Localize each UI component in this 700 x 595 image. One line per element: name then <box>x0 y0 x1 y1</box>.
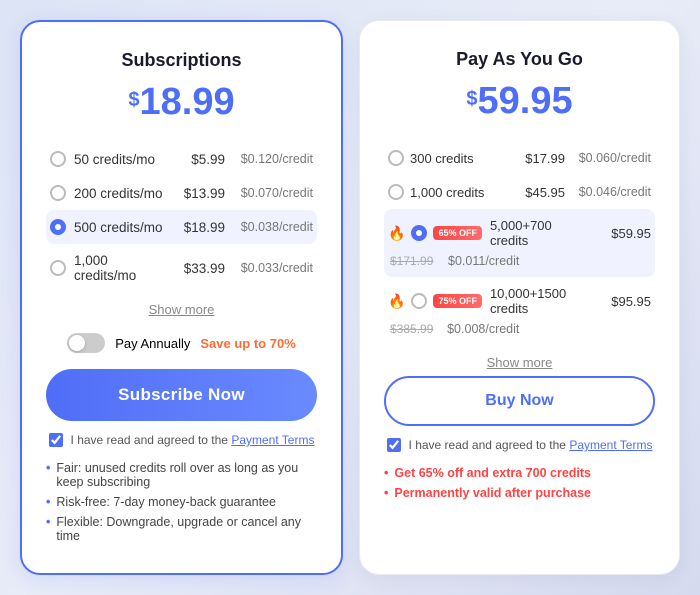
right-agree-checkbox[interactable] <box>387 438 401 452</box>
plan-credit-500: $0.038/credit <box>233 220 313 234</box>
radio-200[interactable] <box>50 185 66 201</box>
save-label: Save up to 70% <box>200 336 295 351</box>
left-bullet-list: Fair: unused credits roll over as long a… <box>46 461 317 543</box>
left-payment-terms-link[interactable]: Payment Terms <box>231 433 314 447</box>
plan-name-200: 200 credits/mo <box>74 186 163 201</box>
plan-credit-200: $0.070/credit <box>233 186 313 200</box>
left-agree-row: I have read and agreed to the Payment Te… <box>46 433 317 447</box>
plan-price-1000: $33.99 <box>171 261 225 276</box>
right-plan-name-10000: 10,000+1500 credits <box>490 286 591 316</box>
right-agree-row: I have read and agreed to the Payment Te… <box>384 438 655 452</box>
toggle-row: Pay Annually Save up to 70% <box>46 333 317 353</box>
right-plan-credit-300: $0.060/credit <box>571 151 651 165</box>
right-plan-row-300[interactable]: 300 credits $17.99 $0.060/credit <box>384 141 655 175</box>
toggle-knob <box>69 335 85 351</box>
plan-name-50: 50 credits/mo <box>74 152 163 167</box>
radio-50[interactable] <box>50 151 66 167</box>
bullet-2: Risk-free: 7-day money-back guarantee <box>46 495 317 509</box>
right-radio-300[interactable] <box>388 150 404 166</box>
right-price-symbol: $ <box>466 88 477 111</box>
fire-icon-10000: 🔥 <box>388 293 405 310</box>
bullet-1: Fair: unused credits roll over as long a… <box>46 461 317 489</box>
radio-500[interactable] <box>50 219 66 235</box>
plan-name-500: 500 credits/mo <box>74 220 163 235</box>
right-radio-5000[interactable] <box>411 225 427 241</box>
right-plan-row-10000[interactable]: 🔥 75% OFF 10,000+1500 credits $95.95 $38… <box>384 277 655 345</box>
left-agree-checkbox[interactable] <box>49 433 63 447</box>
right-payment-terms-link[interactable]: Payment Terms <box>569 438 652 452</box>
fire-icon-5000: 🔥 <box>388 225 405 242</box>
right-radio-1000[interactable] <box>388 184 404 200</box>
price-symbol: $ <box>128 89 139 112</box>
right-plan-credit-1000: $0.046/credit <box>571 185 651 199</box>
plan-row-50[interactable]: 50 credits/mo $5.99 $0.120/credit <box>46 142 317 176</box>
plan-credit-50: $0.120/credit <box>233 152 313 166</box>
right-plan-name-1000: 1,000 credits <box>410 185 505 200</box>
right-bullet-list: Get 65% off and extra 700 credits Perman… <box>384 466 655 500</box>
radio-1000[interactable] <box>50 260 66 276</box>
left-show-more[interactable]: Show more <box>46 292 317 323</box>
left-plans-list: 50 credits/mo $5.99 $0.120/credit 200 cr… <box>46 142 317 292</box>
right-show-more[interactable]: Show more <box>384 345 655 376</box>
plan-credit-1000: $0.033/credit <box>233 261 313 275</box>
right-plan-row-1000[interactable]: 1,000 credits $45.95 $0.046/credit <box>384 175 655 209</box>
subscribe-button[interactable]: Subscribe Now <box>46 369 317 421</box>
right-plan-original-10000: $385.99 <box>390 322 433 336</box>
toggle-label: Pay Annually <box>115 336 190 351</box>
plan-price-200: $13.99 <box>171 186 225 201</box>
badge-65: 65% OFF <box>433 226 482 240</box>
plan-price-50: $5.99 <box>171 152 225 167</box>
annual-toggle[interactable] <box>67 333 105 353</box>
plan-price-500: $18.99 <box>171 220 225 235</box>
plan-name-1000: 1,000 credits/mo <box>74 253 163 283</box>
right-bullet-2: Permanently valid after purchase <box>384 486 655 500</box>
plan-row-500[interactable]: 500 credits/mo $18.99 $0.038/credit <box>46 210 317 244</box>
right-plans-list: 300 credits $17.99 $0.060/credit 1,000 c… <box>384 141 655 345</box>
subscriptions-card: Subscriptions $18.99 50 credits/mo $5.99… <box>20 20 343 575</box>
plan-row-1000[interactable]: 1,000 credits/mo $33.99 $0.033/credit <box>46 244 317 292</box>
pay-as-you-go-card: Pay As You Go $59.95 300 credits $17.99 … <box>359 20 680 575</box>
right-plan-price-300: $17.99 <box>511 151 565 166</box>
right-plan-original-5000: $171.99 <box>390 254 433 268</box>
right-plan-price-5000: $59.95 <box>597 226 651 241</box>
right-plan-price-1000: $45.95 <box>511 185 565 200</box>
left-card-title: Subscriptions <box>46 50 317 71</box>
right-bullet-1: Get 65% off and extra 700 credits <box>384 466 655 480</box>
right-plan-name-300: 300 credits <box>410 151 505 166</box>
right-card-price: $59.95 <box>384 80 655 123</box>
left-agree-text: I have read and agreed to the Payment Te… <box>71 433 315 447</box>
right-plan-name-5000: 5,000+700 credits <box>490 218 591 248</box>
right-plan-price-10000: $95.95 <box>597 294 651 309</box>
right-plan-credit-10000: $0.008/credit <box>439 322 519 336</box>
right-plan-credit-5000: $0.011/credit <box>439 254 519 268</box>
right-plan-row-5000[interactable]: 🔥 65% OFF 5,000+700 credits $59.95 $171.… <box>384 209 655 277</box>
right-card-title: Pay As You Go <box>384 49 655 70</box>
right-agree-text: I have read and agreed to the Payment Te… <box>409 438 653 452</box>
badge-75: 75% OFF <box>433 294 482 308</box>
plan-row-200[interactable]: 200 credits/mo $13.99 $0.070/credit <box>46 176 317 210</box>
right-radio-10000[interactable] <box>411 293 427 309</box>
left-card-price: $18.99 <box>46 81 317 124</box>
buy-now-button[interactable]: Buy Now <box>384 376 655 426</box>
bullet-3: Flexible: Downgrade, upgrade or cancel a… <box>46 515 317 543</box>
